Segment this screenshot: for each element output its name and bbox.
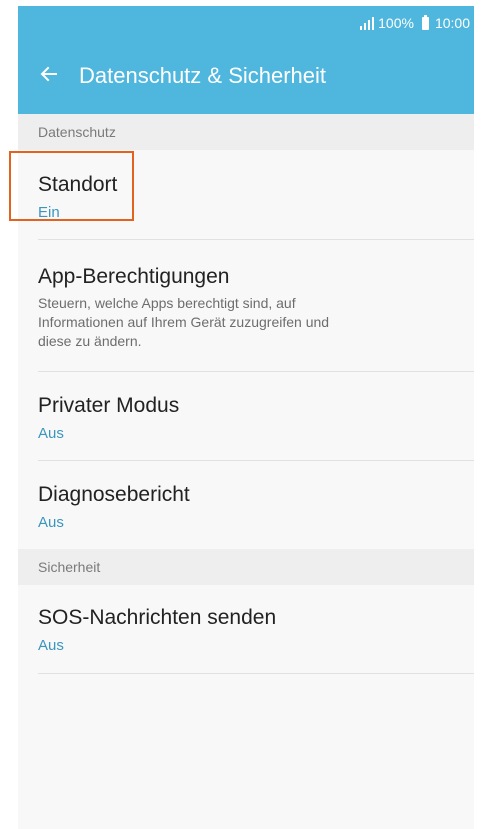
setting-sos-messages-value: Aus <box>38 637 64 654</box>
setting-diagnostics[interactable]: Diagnosebericht Aus <box>18 461 474 549</box>
description-line: Steuern, welche Apps berechtigt sind, au… <box>38 295 296 311</box>
page-title: Datenschutz & Sicherheit <box>79 63 327 88</box>
status-bar: 100% 10:00 <box>18 6 474 40</box>
setting-location[interactable]: Standort Ein <box>18 150 474 240</box>
setting-sos-messages-title: SOS-Nachrichten senden <box>38 606 277 629</box>
signal-icon <box>360 16 375 30</box>
setting-private-mode-title: Privater Modus <box>38 394 180 417</box>
setting-app-permissions-description: Steuern, welche Apps berechtigt sind, au… <box>38 294 438 351</box>
description-line: Informationen auf Ihrem Gerät zuzugreife… <box>38 314 330 330</box>
section-header-privacy: Datenschutz <box>18 114 474 150</box>
setting-diagnostics-title: Diagnosebericht <box>38 483 190 506</box>
setting-private-mode-value: Aus <box>38 425 64 442</box>
description-line: diese zu ändern. <box>38 333 142 349</box>
setting-diagnostics-value: Aus <box>38 514 64 531</box>
setting-app-permissions[interactable]: App-Berechtigungen Steuern, welche Apps … <box>18 240 474 372</box>
divider <box>38 673 474 674</box>
phone-screen: 100% 10:00 Datenschutz & Sicherheit Date… <box>18 6 474 829</box>
setting-sos-messages[interactable]: SOS-Nachrichten senden Aus <box>18 585 474 674</box>
setting-location-value: Ein <box>38 204 60 221</box>
back-button[interactable] <box>34 59 64 89</box>
section-header-security: Sicherheit <box>18 549 474 585</box>
clock: 10:00 <box>434 15 470 31</box>
setting-private-mode[interactable]: Privater Modus Aus <box>18 372 474 461</box>
battery-percentage: 100% <box>378 15 414 31</box>
app-bar: Datenschutz & Sicherheit <box>18 40 474 114</box>
status-indicators: 100% 10:00 <box>360 14 470 31</box>
setting-app-permissions-title: App-Berechtigungen <box>38 265 230 288</box>
battery-icon <box>421 14 429 30</box>
setting-location-title: Standort <box>38 173 118 196</box>
arrow-left-icon <box>40 66 57 82</box>
